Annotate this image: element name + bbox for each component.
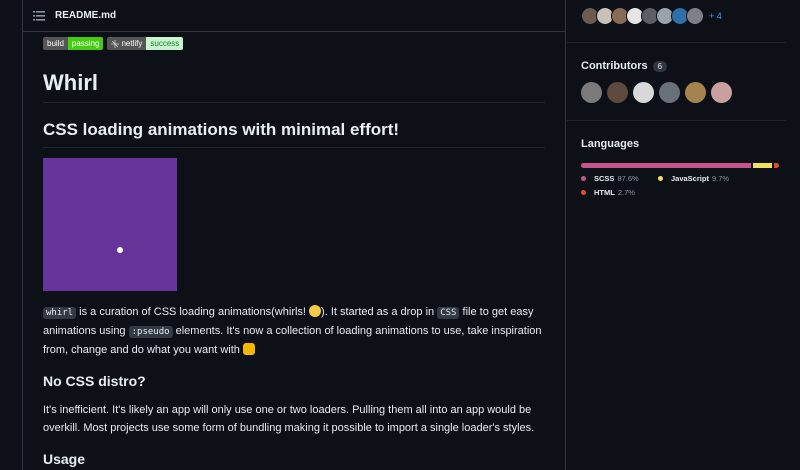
contributors-heading[interactable]: Contributors 6 xyxy=(581,60,781,72)
avatar[interactable] xyxy=(659,82,680,103)
readme-filename[interactable]: README.md xyxy=(55,10,116,21)
intro-text: is a curation of CSS loading animations(… xyxy=(76,306,310,318)
language-percent: 9.7% xyxy=(711,174,730,183)
language-name: HTML xyxy=(594,188,615,197)
smiling-emoji-icon xyxy=(309,305,322,317)
netlify-badge[interactable]: netlify success xyxy=(107,37,184,50)
language-item-html[interactable]: HTML 2.7% xyxy=(581,188,658,197)
section-heading: Usage xyxy=(43,451,86,467)
build-badge[interactable]: build passing xyxy=(43,37,104,50)
avatar[interactable] xyxy=(607,82,628,103)
badge-value: success xyxy=(146,37,184,50)
avatar[interactable] xyxy=(685,82,706,103)
readme-header: README.md xyxy=(23,0,565,32)
badges: build passing netlify success xyxy=(43,37,545,50)
contributors-avatars xyxy=(581,82,781,103)
language-dot xyxy=(658,176,663,181)
divider xyxy=(567,42,786,43)
section-heading: No CSS distro? xyxy=(43,373,146,389)
language-dot xyxy=(581,176,586,181)
netlify-icon xyxy=(111,39,120,48)
thumbs-up-emoji-icon xyxy=(242,343,255,355)
badge-label-wrap: netlify xyxy=(107,37,147,50)
badge-value: passing xyxy=(67,37,104,50)
loader-demo-image xyxy=(43,158,177,291)
avatar[interactable] xyxy=(686,7,704,25)
more-watchers-link[interactable]: + 4 xyxy=(709,11,722,21)
languages-heading: Languages xyxy=(581,138,640,150)
avatar[interactable] xyxy=(633,82,654,103)
watchers-row: + 4 xyxy=(581,7,781,25)
subtitle: CSS loading animations with minimal effo… xyxy=(43,120,545,148)
section-paragraph: It's inefficient. It's likely an app wil… xyxy=(43,404,535,434)
language-name: SCSS xyxy=(594,174,615,183)
badge-label: build xyxy=(43,37,68,50)
sidebar: + 4 Contributors 6 Languages SCSS 87.6% … xyxy=(567,0,786,202)
language-name: JavaScript xyxy=(671,174,709,183)
avatar[interactable] xyxy=(711,82,732,103)
avatar[interactable] xyxy=(581,82,602,103)
language-dot xyxy=(581,190,586,195)
loader-dot xyxy=(117,247,123,253)
language-bar-segment-javascript xyxy=(752,163,772,168)
intro-text: ). It started as a drop in xyxy=(321,306,438,318)
language-bar xyxy=(581,163,779,168)
page-title: Whirl xyxy=(43,70,545,103)
language-percent: 2.7% xyxy=(617,188,635,197)
badge-label: netlify xyxy=(121,39,143,48)
contributors-title: Contributors xyxy=(581,60,648,72)
inline-code: CSS xyxy=(437,307,460,319)
divider xyxy=(567,120,786,121)
language-list: SCSS 87.6% JavaScript 9.7% HTML 2.7% xyxy=(581,174,781,202)
inline-code: whirl xyxy=(43,307,77,319)
language-item-scss[interactable]: SCSS 87.6% xyxy=(581,174,658,183)
language-item-javascript[interactable]: JavaScript 9.7% xyxy=(658,174,768,183)
language-bar-segment-html xyxy=(773,163,779,168)
language-bar-segment-scss xyxy=(581,163,751,168)
readme-panel: README.md build passing netlify success … xyxy=(22,0,566,470)
inline-code: :pseudo xyxy=(128,326,173,338)
language-percent: 87.6% xyxy=(617,174,639,183)
outline-list-icon[interactable] xyxy=(33,10,45,21)
intro-paragraph: whirl is a curation of CSS loading anima… xyxy=(43,303,545,359)
contributors-count: 6 xyxy=(652,60,668,72)
